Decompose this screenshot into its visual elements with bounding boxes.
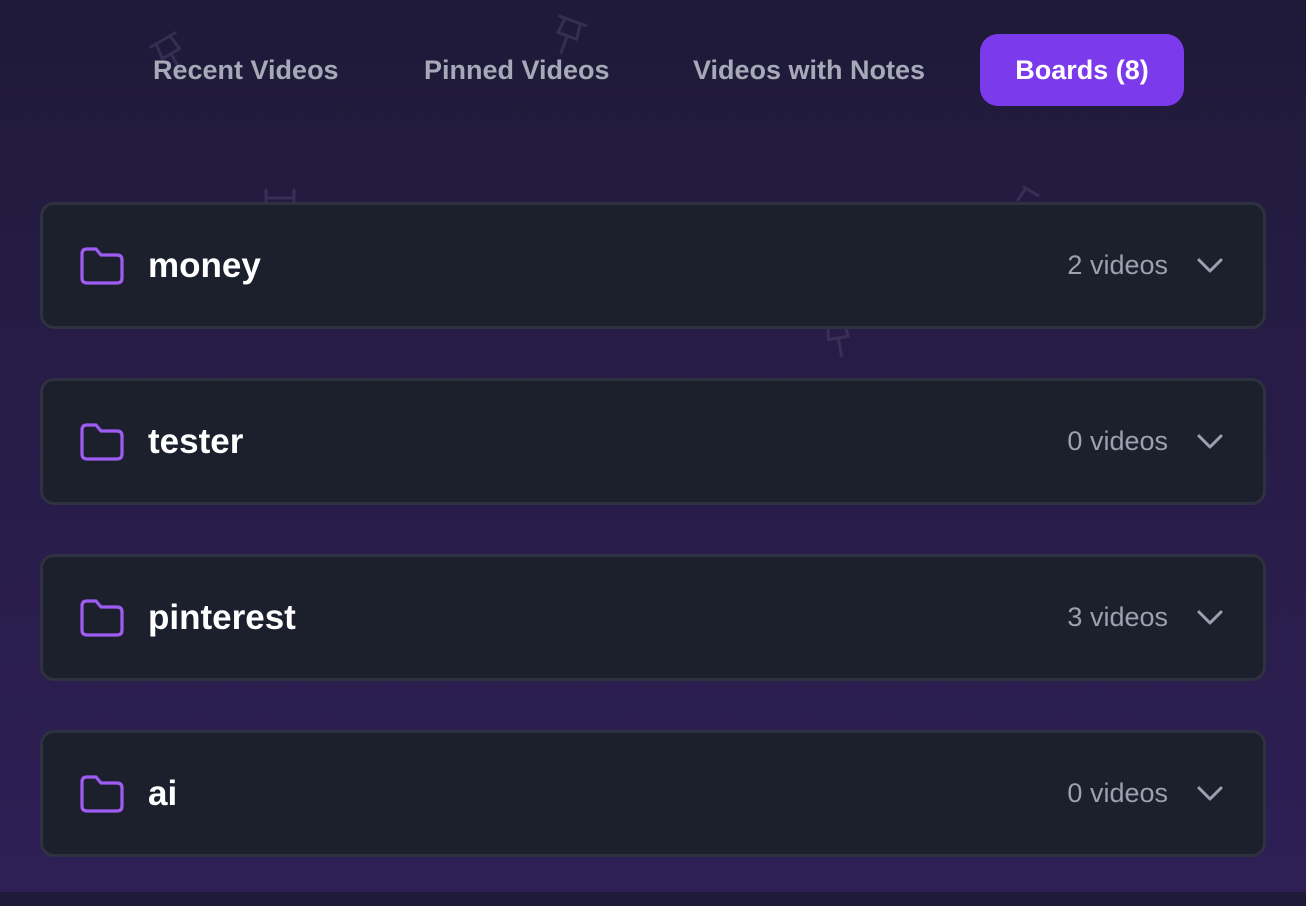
board-video-count: 2 videos	[1067, 250, 1168, 280]
folder-icon	[79, 246, 125, 286]
chevron-down-icon[interactable]	[1195, 253, 1225, 277]
folder-icon	[79, 598, 125, 638]
boards-list: money 2 videos tester 0 videos pinterest…	[40, 202, 1266, 906]
tab-boards[interactable]: Boards (8)	[980, 34, 1184, 106]
tab-recent-videos[interactable]: Recent Videos	[153, 34, 339, 106]
board-video-count: 0 videos	[1067, 426, 1168, 456]
board-item-ai[interactable]: ai 0 videos	[40, 730, 1266, 857]
chevron-down-icon[interactable]	[1195, 781, 1225, 805]
board-name: pinterest	[148, 598, 296, 637]
tab-videos-with-notes[interactable]: Videos with Notes	[693, 34, 925, 106]
board-name: tester	[148, 422, 244, 461]
board-name: money	[148, 246, 261, 285]
board-item-money[interactable]: money 2 videos	[40, 202, 1266, 329]
tab-pinned-videos[interactable]: Pinned Videos	[424, 34, 610, 106]
folder-icon	[79, 422, 125, 462]
chevron-down-icon[interactable]	[1195, 605, 1225, 629]
board-name: ai	[148, 774, 178, 813]
board-item-tester[interactable]: tester 0 videos	[40, 378, 1266, 505]
chevron-down-icon[interactable]	[1195, 429, 1225, 453]
board-item-pinterest[interactable]: pinterest 3 videos	[40, 554, 1266, 681]
folder-icon	[79, 774, 125, 814]
board-video-count: 0 videos	[1067, 778, 1168, 808]
board-video-count: 3 videos	[1067, 602, 1168, 632]
tab-bar: Recent Videos Pinned Videos Videos with …	[0, 34, 1306, 106]
